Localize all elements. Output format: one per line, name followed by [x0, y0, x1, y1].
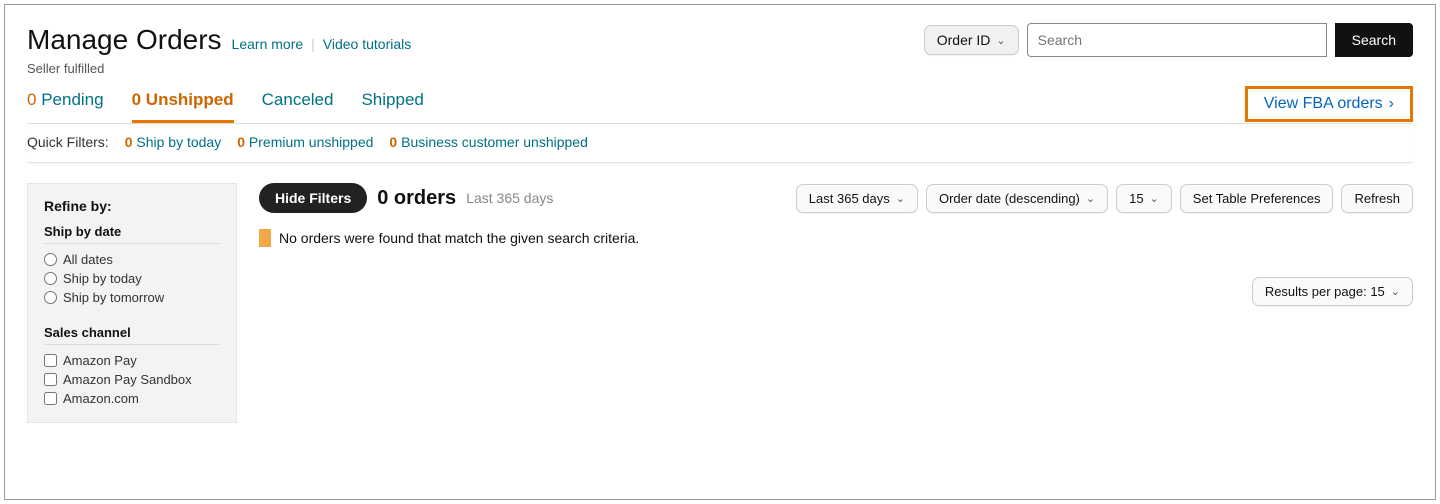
chevron-down-icon: ⌄: [1086, 192, 1095, 205]
hide-filters-button[interactable]: Hide Filters: [259, 183, 367, 213]
check-amazon-com-input[interactable]: [44, 392, 57, 405]
view-fba-orders-link[interactable]: View FBA orders ›: [1264, 95, 1394, 113]
quick-filter-business-label: Business customer unshipped: [401, 134, 588, 150]
notice-bar-icon: [259, 229, 271, 247]
quick-filter-ship-today[interactable]: 0 Ship by today: [125, 134, 222, 150]
tab-canceled[interactable]: Canceled: [262, 84, 334, 123]
quick-filter-business[interactable]: 0 Business customer unshipped: [389, 134, 587, 150]
check-amazon-com[interactable]: Amazon.com: [44, 389, 220, 408]
separator: |: [311, 36, 315, 52]
check-amazon-pay-input[interactable]: [44, 354, 57, 367]
ship-by-date-heading: Ship by date: [44, 224, 220, 244]
fba-link-highlight: View FBA orders ›: [1245, 86, 1413, 122]
check-amazon-pay-sandbox-input[interactable]: [44, 373, 57, 386]
sort-label: Order date (descending): [939, 191, 1080, 206]
sales-channel-heading: Sales channel: [44, 325, 220, 345]
refresh-button[interactable]: Refresh: [1341, 184, 1413, 213]
radio-ship-by-today-input[interactable]: [44, 272, 57, 285]
check-amazon-pay[interactable]: Amazon Pay: [44, 351, 220, 370]
radio-all-dates[interactable]: All dates: [44, 250, 220, 269]
radio-ship-by-today-label: Ship by today: [63, 271, 142, 286]
sort-dropdown[interactable]: Order date (descending) ⌄: [926, 184, 1108, 213]
radio-all-dates-input[interactable]: [44, 253, 57, 266]
results-per-page-dropdown[interactable]: Results per page: 15 ⌄: [1252, 277, 1413, 306]
check-amazon-pay-sandbox[interactable]: Amazon Pay Sandbox: [44, 370, 220, 389]
chevron-down-icon: ⌄: [996, 34, 1005, 47]
tab-unshipped-label: Unshipped: [146, 90, 234, 109]
page-title: Manage Orders: [27, 24, 222, 56]
check-amazon-pay-sandbox-label: Amazon Pay Sandbox: [63, 372, 192, 387]
quick-filter-premium-count: 0: [237, 134, 245, 150]
video-tutorials-link[interactable]: Video tutorials: [323, 36, 411, 52]
tab-shipped[interactable]: Shipped: [361, 84, 423, 123]
orders-count: 0 orders: [377, 187, 456, 210]
radio-all-dates-label: All dates: [63, 252, 113, 267]
radio-ship-by-today[interactable]: Ship by today: [44, 269, 220, 288]
date-range-label: Last 365 days: [809, 191, 890, 206]
search-button[interactable]: Search: [1335, 23, 1413, 57]
view-fba-orders-label: View FBA orders: [1264, 95, 1383, 113]
order-id-dropdown-label: Order ID: [937, 32, 991, 48]
check-amazon-pay-label: Amazon Pay: [63, 353, 137, 368]
tab-pending[interactable]: 0 Pending: [27, 84, 104, 123]
quick-filters-label: Quick Filters:: [27, 134, 109, 150]
chevron-down-icon: ⌄: [896, 192, 905, 205]
notice-text: No orders were found that match the give…: [279, 230, 639, 246]
chevron-right-icon: ›: [1389, 95, 1394, 113]
quick-filter-business-count: 0: [389, 134, 397, 150]
quick-filter-ship-today-label: Ship by today: [136, 134, 221, 150]
quick-filter-premium[interactable]: 0 Premium unshipped: [237, 134, 373, 150]
tab-pending-label: Pending: [41, 90, 103, 109]
tab-unshipped[interactable]: 0 Unshipped: [132, 84, 234, 123]
page-size-label: 15: [1129, 191, 1143, 206]
chevron-down-icon: ⌄: [1391, 285, 1400, 298]
radio-ship-by-tomorrow-input[interactable]: [44, 291, 57, 304]
quick-filter-ship-today-count: 0: [125, 134, 133, 150]
quick-filter-premium-label: Premium unshipped: [249, 134, 374, 150]
check-amazon-com-label: Amazon.com: [63, 391, 139, 406]
results-per-page-label: Results per page: 15: [1265, 284, 1385, 299]
tab-unshipped-count: 0: [132, 90, 141, 109]
tab-pending-count: 0: [27, 90, 36, 109]
radio-ship-by-tomorrow[interactable]: Ship by tomorrow: [44, 288, 220, 307]
seller-fulfilled-subtitle: Seller fulfilled: [27, 61, 1413, 76]
chevron-down-icon: ⌄: [1150, 192, 1159, 205]
order-id-dropdown[interactable]: Order ID ⌄: [924, 25, 1019, 55]
radio-ship-by-tomorrow-label: Ship by tomorrow: [63, 290, 164, 305]
date-range-dropdown[interactable]: Last 365 days ⌄: [796, 184, 918, 213]
refine-sidebar: Refine by: Ship by date All dates Ship b…: [27, 183, 237, 423]
search-input[interactable]: [1027, 23, 1327, 57]
table-preferences-button[interactable]: Set Table Preferences: [1180, 184, 1334, 213]
refine-by-heading: Refine by:: [44, 198, 220, 214]
no-orders-notice: No orders were found that match the give…: [259, 229, 1413, 247]
page-size-dropdown[interactable]: 15 ⌄: [1116, 184, 1172, 213]
learn-more-link[interactable]: Learn more: [232, 36, 304, 52]
orders-subtext: Last 365 days: [466, 190, 553, 206]
